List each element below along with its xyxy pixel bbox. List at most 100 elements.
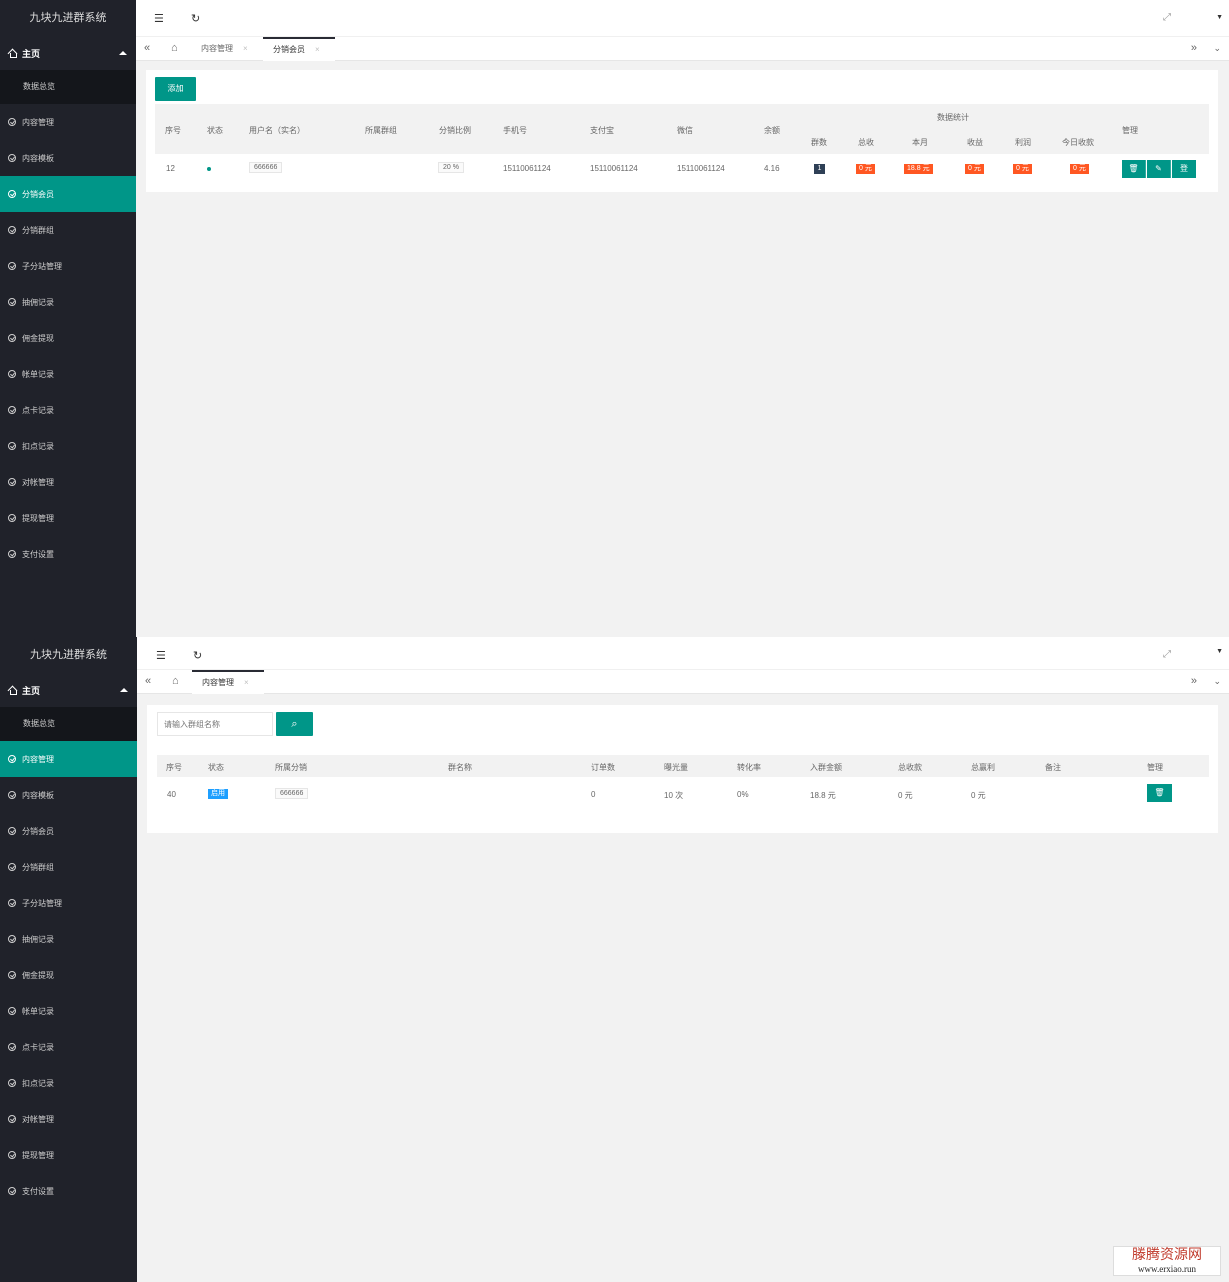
tabs-more-icon[interactable]: ⌄: [1213, 676, 1221, 687]
shield-check-icon: [8, 863, 16, 871]
sidebar-item-withdraw-commission[interactable]: 佣金提现: [0, 320, 136, 356]
row-views: 10 次: [664, 791, 684, 800]
sidebar-item-label: 分销群组: [22, 862, 54, 872]
col-wechat: 微信: [677, 126, 693, 135]
close-icon[interactable]: ×: [243, 44, 248, 53]
sidebar-item-overview[interactable]: 数据总览: [0, 707, 137, 741]
row-orders: 0: [591, 790, 596, 799]
sidebar-item-template[interactable]: 内容模板: [0, 777, 137, 813]
header: ☰ ↻ ⤢ ▼: [137, 637, 1229, 673]
tab-label: 内容管理: [201, 44, 233, 53]
sidebar-item-members[interactable]: 分销会员: [0, 176, 136, 212]
row-username: 666666: [249, 162, 283, 173]
shield-check-icon: [8, 791, 16, 799]
sidebar-item-overview[interactable]: 数据总览: [0, 70, 136, 104]
shield-check-icon: [8, 827, 16, 835]
sidebar-home[interactable]: 主页: [0, 36, 136, 70]
shield-check-icon: [8, 154, 16, 162]
sidebar-item-commission-log[interactable]: 抽佣记录: [0, 921, 137, 957]
sidebar-item-deduct-log[interactable]: 扣点记录: [0, 428, 136, 464]
sidebar-item-content[interactable]: 内容管理: [0, 104, 136, 140]
sidebar-item-substations[interactable]: 子分站管理: [0, 885, 137, 921]
col-orders: 订单数: [591, 763, 615, 772]
sidebar-home-label: 主页: [22, 48, 41, 59]
sidebar-item-withdraw-commission[interactable]: 佣金提现: [0, 957, 137, 993]
members-card: 添加 序号 状态 用户名（实名） 所属群组 分销比例 手机号 支付宝 微信 余额…: [146, 70, 1218, 192]
delete-button[interactable]: 🗑: [1147, 784, 1172, 802]
tabs-next-icon[interactable]: »: [1191, 42, 1197, 54]
tab-home-icon[interactable]: ⌂: [171, 42, 178, 54]
fullscreen-icon[interactable]: ⤢: [1163, 12, 1171, 23]
sidebar-item-label: 佣金提现: [22, 970, 54, 980]
sidebar-item-members[interactable]: 分销会员: [0, 813, 137, 849]
sidebar-item-reconcile[interactable]: 对帐管理: [0, 1101, 137, 1137]
shield-check-icon: [8, 1151, 16, 1159]
row-id: 12: [166, 164, 175, 173]
sidebar-item-withdrawals[interactable]: 提现管理: [0, 1137, 137, 1173]
add-button[interactable]: 添加: [155, 77, 196, 101]
shield-check-icon: [8, 298, 16, 306]
close-icon[interactable]: ×: [244, 678, 249, 687]
fullscreen-icon[interactable]: ⤢: [1163, 649, 1171, 660]
sidebar-item-bills[interactable]: 帐单记录: [0, 993, 137, 1029]
edit-button[interactable]: ✎: [1147, 160, 1171, 178]
login-button[interactable]: 登: [1172, 160, 1196, 178]
tabs-prev-icon[interactable]: «: [145, 675, 151, 687]
close-icon[interactable]: ×: [315, 45, 320, 54]
sidebar-item-content[interactable]: 内容管理: [0, 741, 137, 777]
delete-button[interactable]: 🗑: [1122, 160, 1146, 178]
col-today: 今日收款: [1062, 138, 1094, 147]
sidebar-home[interactable]: 主页: [0, 673, 137, 707]
sidebar-item-label: 内容管理: [22, 754, 54, 764]
row-wechat: 15110061124: [677, 164, 725, 173]
refresh-icon[interactable]: ↻: [191, 12, 200, 25]
user-dropdown-icon[interactable]: ▼: [1216, 14, 1223, 21]
menu-fold-icon[interactable]: ☰: [156, 649, 166, 662]
sidebar-item-payment[interactable]: 支付设置: [0, 1173, 137, 1209]
shield-check-icon: [8, 1079, 16, 1087]
tabs-prev-icon[interactable]: «: [144, 42, 150, 54]
pencil-icon: ✎: [1155, 164, 1162, 173]
sidebar-item-label: 分销群组: [22, 225, 54, 235]
sidebar-item-deduct-log[interactable]: 扣点记录: [0, 1065, 137, 1101]
col-total: 总收: [858, 138, 874, 147]
col-id: 序号: [165, 126, 181, 135]
sidebar-item-card-log[interactable]: 点卡记录: [0, 1029, 137, 1065]
status-badge: 启用: [208, 789, 228, 799]
tab-members[interactable]: 分销会员 ×: [263, 37, 335, 61]
col-month: 本月: [912, 138, 928, 147]
tab-home-icon[interactable]: ⌂: [172, 675, 179, 687]
watermark-title: 滕腾资源网: [1132, 1247, 1202, 1263]
sidebar-item-label: 内容模板: [22, 153, 54, 163]
sidebar-item-reconcile[interactable]: 对帐管理: [0, 464, 136, 500]
sidebar-item-groups[interactable]: 分销群组: [0, 212, 136, 248]
menu-fold-icon[interactable]: ☰: [154, 12, 164, 25]
search-input[interactable]: [157, 712, 273, 736]
tabs-more-icon[interactable]: ⌄: [1213, 43, 1221, 54]
sidebar-item-commission-log[interactable]: 抽佣记录: [0, 284, 136, 320]
tab-content[interactable]: 内容管理 ×: [191, 37, 248, 61]
sidebar-item-label: 子分站管理: [22, 261, 62, 271]
shield-check-icon: [8, 406, 16, 414]
user-dropdown-icon[interactable]: ▼: [1216, 648, 1223, 655]
tabs-next-icon[interactable]: »: [1191, 675, 1197, 687]
col-profit: 利润: [1015, 138, 1031, 147]
caret-up-icon: [119, 51, 127, 55]
sidebar-item-card-log[interactable]: 点卡记录: [0, 392, 136, 428]
shield-check-icon: [8, 1007, 16, 1015]
sidebar-item-substations[interactable]: 子分站管理: [0, 248, 136, 284]
search-button[interactable]: ⌕: [276, 712, 313, 736]
tab-content[interactable]: 内容管理 ×: [192, 670, 264, 694]
row-group-count: 1: [814, 164, 825, 174]
search-icon: ⌕: [291, 718, 298, 730]
refresh-icon[interactable]: ↻: [193, 649, 202, 662]
sidebar-item-template[interactable]: 内容模板: [0, 140, 136, 176]
shield-check-icon: [8, 514, 16, 522]
app-logo: 九块九进群系统: [29, 12, 107, 24]
sidebar-item-bills[interactable]: 帐单记录: [0, 356, 136, 392]
sidebar-item-groups[interactable]: 分销群组: [0, 849, 137, 885]
sidebar-item-payment[interactable]: 支付设置: [0, 536, 136, 572]
sidebar-item-withdrawals[interactable]: 提现管理: [0, 500, 136, 536]
row-balance: 4.16: [764, 164, 780, 173]
shield-check-icon: [8, 755, 16, 763]
